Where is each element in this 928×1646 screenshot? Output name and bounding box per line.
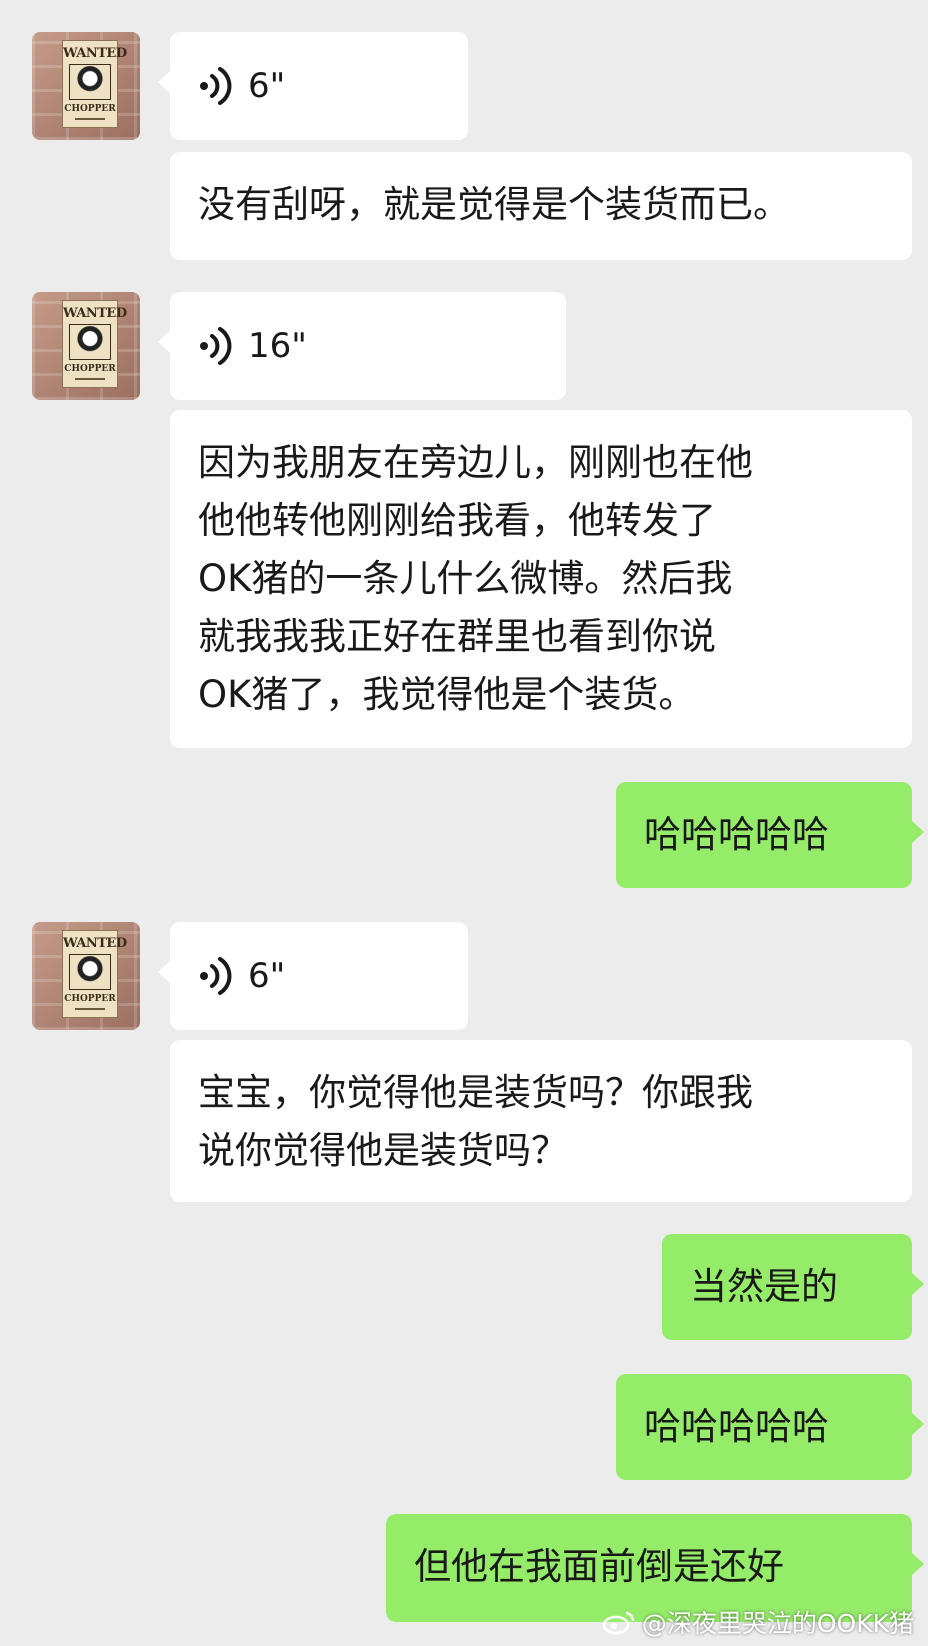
voice-message[interactable]: 6" (158, 922, 468, 1030)
chopper-picture (69, 954, 111, 990)
poster-line (75, 118, 105, 120)
voice-wave-icon (200, 67, 232, 105)
poster-line (75, 378, 105, 380)
message-bubble[interactable]: 因为我朋友在旁边儿，刚刚也在他 他他转他刚刚给我看，他转发了 OK猪的一条儿什么… (170, 410, 912, 748)
poster-title: WANTED (63, 936, 127, 951)
poster-title: WANTED (63, 306, 127, 321)
contact-avatar[interactable]: WANTED CHOPPER (32, 32, 140, 140)
watermark-text: @深夜里哭泣的OOKK猪 (641, 1609, 914, 1638)
chopper-picture (69, 64, 111, 100)
poster-name: CHOPPER (64, 994, 116, 1004)
weibo-watermark: @深夜里哭泣的OOKK猪 (602, 1604, 914, 1640)
contact-avatar[interactable]: WANTED CHOPPER (32, 922, 140, 1030)
voice-wave-icon (200, 327, 232, 365)
poster-title: WANTED (63, 46, 127, 61)
message-bubble[interactable]: 没有刮呀，就是觉得是个装货而已。 (170, 152, 912, 260)
chopper-picture (69, 324, 111, 360)
message-bubble-sent[interactable]: 当然是的 (662, 1234, 924, 1340)
poster-name: CHOPPER (64, 104, 116, 114)
voice-duration: 6" (248, 66, 286, 106)
poster-line (75, 1008, 105, 1010)
voice-message[interactable]: 6" (158, 32, 468, 140)
voice-message[interactable]: 16" (158, 292, 566, 400)
voice-duration: 16" (248, 326, 307, 366)
weibo-logo-icon (602, 1611, 635, 1635)
message-bubble[interactable]: 宝宝，你觉得他是装货吗？你跟我 说你觉得他是装货吗？ (170, 1040, 912, 1202)
wanted-poster-image: WANTED CHOPPER (62, 40, 127, 128)
voice-duration: 6" (248, 956, 286, 996)
message-bubble-sent[interactable]: 哈哈哈哈哈 (616, 1374, 924, 1480)
wanted-poster-image: WANTED CHOPPER (62, 930, 127, 1018)
wanted-poster-image: WANTED CHOPPER (62, 300, 127, 388)
contact-avatar[interactable]: WANTED CHOPPER (32, 292, 140, 400)
message-bubble-sent[interactable]: 哈哈哈哈哈 (616, 782, 924, 888)
voice-wave-icon (200, 957, 232, 995)
poster-name: CHOPPER (64, 364, 116, 374)
